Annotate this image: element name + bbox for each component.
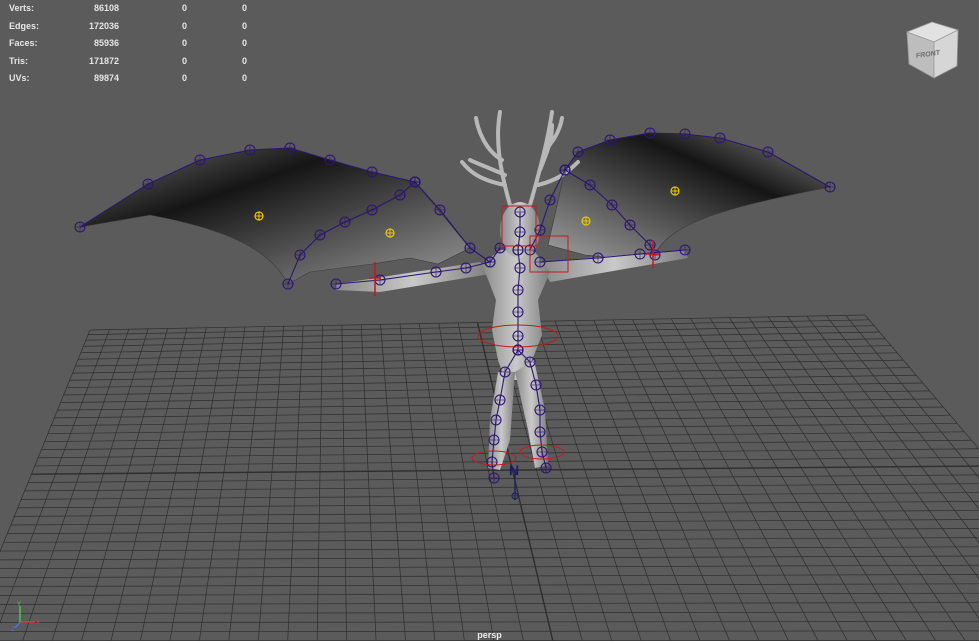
hud-value: 89874 <box>93 73 119 84</box>
poly-count-hud: Verts: 86108 0 0 Edges: 172036 0 0 Faces… <box>9 0 247 88</box>
hud-row-verts: Verts: 86108 0 0 <box>9 0 247 18</box>
hud-value: 171872 <box>88 55 119 66</box>
left-wing-membrane[interactable] <box>79 147 471 285</box>
torso[interactable] <box>482 250 550 380</box>
hud-selected-2: 0 <box>241 73 247 84</box>
axis-orientation-gizmo: Y X Z <box>11 602 40 632</box>
scene-canvas[interactable]: N <box>0 0 979 641</box>
hud-selected-2: 0 <box>241 20 247 31</box>
axis-y-label: Y <box>17 602 21 608</box>
right-wing-membrane[interactable] <box>547 132 831 259</box>
axis-x-label: X <box>36 620 40 626</box>
hud-selected-2: 0 <box>241 38 247 49</box>
view-cube[interactable]: FRONT <box>902 20 962 82</box>
hud-selected-2: 0 <box>241 55 247 66</box>
hud-label: Verts: <box>9 3 35 13</box>
hud-label: Tris: <box>9 55 29 66</box>
gizmo-label: N <box>509 462 519 478</box>
hud-row-tris: Tris: 171872 0 0 <box>9 53 247 71</box>
hud-value: 85936 <box>93 38 119 49</box>
hud-selected: 0 <box>181 20 187 31</box>
hud-selected-2: 0 <box>241 3 247 13</box>
hud-selected: 0 <box>181 38 187 49</box>
hud-row-uvs: UVs: 89874 0 0 <box>9 70 247 88</box>
hud-selected: 0 <box>181 55 187 66</box>
hud-value: 86108 <box>93 3 119 13</box>
hud-value: 172036 <box>88 20 119 31</box>
hud-label: UVs: <box>9 73 30 84</box>
hud-label: Faces: <box>9 38 38 49</box>
camera-label: persp <box>477 630 502 640</box>
hud-row-faces: Faces: 85936 0 0 <box>9 35 247 53</box>
perspective-viewport[interactable]: N Verts: 86108 0 0 Edges: 172036 0 0 Fac… <box>0 0 979 641</box>
hud-label: Edges: <box>9 20 40 31</box>
hud-row-edges: Edges: 172036 0 0 <box>9 18 247 36</box>
hud-selected: 0 <box>181 73 187 84</box>
hud-selected: 0 <box>181 3 187 13</box>
left-arm[interactable] <box>336 262 490 292</box>
locator-gizmo[interactable]: N <box>509 462 519 500</box>
